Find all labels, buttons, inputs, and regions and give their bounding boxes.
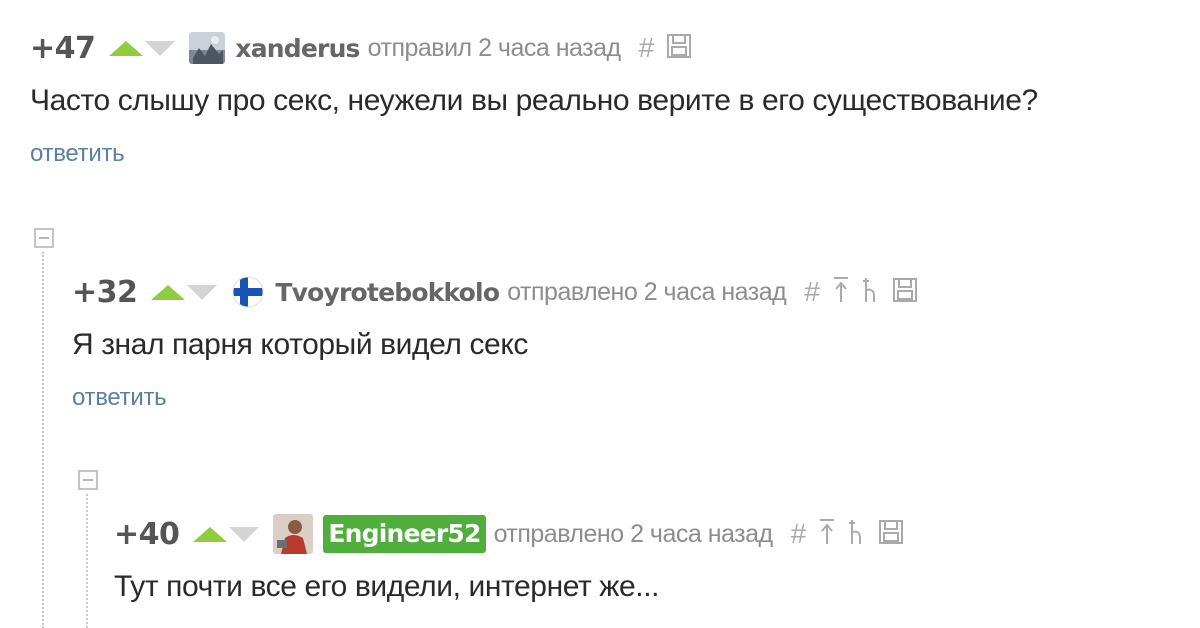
comment-text: Тут почти все его видели, интернет же... [114,570,660,603]
comment-2: +32 Tvoyrotebokkolo отправлено 2 часа на… [72,272,918,412]
comment-timestamp: отправлено 2 часа назад [493,519,774,548]
rating: +47 [30,30,96,66]
save-icon[interactable] [878,519,904,550]
vote-controls [193,526,260,542]
hash-icon[interactable]: # [804,278,820,306]
hash-icon[interactable]: # [639,34,655,62]
comment-text: Часто слышу про секс, неужели вы реально… [30,84,1038,117]
rating: +40 [114,516,180,552]
comment-1: +47 xanderus отправил 2 часа назад # Час… [30,28,1038,168]
go-to-parent-icon[interactable] [818,518,836,551]
comment-actions: # [804,276,918,309]
go-to-root-icon[interactable] [848,518,866,551]
save-icon[interactable] [666,33,692,64]
hash-icon[interactable]: # [791,520,807,548]
downvote-icon[interactable] [145,40,176,56]
thread-line [86,494,88,628]
vote-controls [151,284,218,300]
comment-text: Я знал парня который видел секс [72,328,528,361]
username-link[interactable]: Engineer52 [323,515,486,553]
upvote-icon[interactable] [109,40,144,56]
upvote-icon[interactable] [151,284,186,300]
reply-link[interactable]: ответить [30,140,1038,168]
downvote-icon[interactable] [187,284,218,300]
comment-timestamp: отправлено 2 часа назад [507,277,787,306]
avatar[interactable] [189,32,226,64]
vote-controls [109,40,176,56]
comment-header: +47 xanderus отправил 2 часа назад # [30,28,1038,68]
comment-3: +40 Engineer52 отправлено 2 часа назад # [114,514,904,604]
comment-header: +40 Engineer52 отправлено 2 часа назад # [114,514,904,554]
save-icon[interactable] [892,277,918,308]
upvote-icon[interactable] [193,526,228,542]
thread-line [42,252,44,628]
comment-actions: # [639,33,693,64]
avatar[interactable] [273,514,314,554]
comment-header: +32 Tvoyrotebokkolo отправлено 2 часа на… [72,272,918,312]
downvote-icon[interactable] [229,526,260,542]
username-link[interactable]: Tvoyrotebokkolo [275,278,500,307]
go-to-root-icon[interactable] [862,276,880,309]
rating: +32 [72,274,138,310]
go-to-parent-icon[interactable] [832,276,850,309]
comment-timestamp: отправил 2 часа назад [367,33,621,62]
comment-actions: # [791,518,905,551]
username-link[interactable]: xanderus [235,34,360,63]
collapse-thread-button[interactable] [78,470,98,490]
avatar[interactable] [231,275,265,309]
reply-link[interactable]: ответить [72,384,918,412]
collapse-thread-button[interactable] [34,228,54,248]
